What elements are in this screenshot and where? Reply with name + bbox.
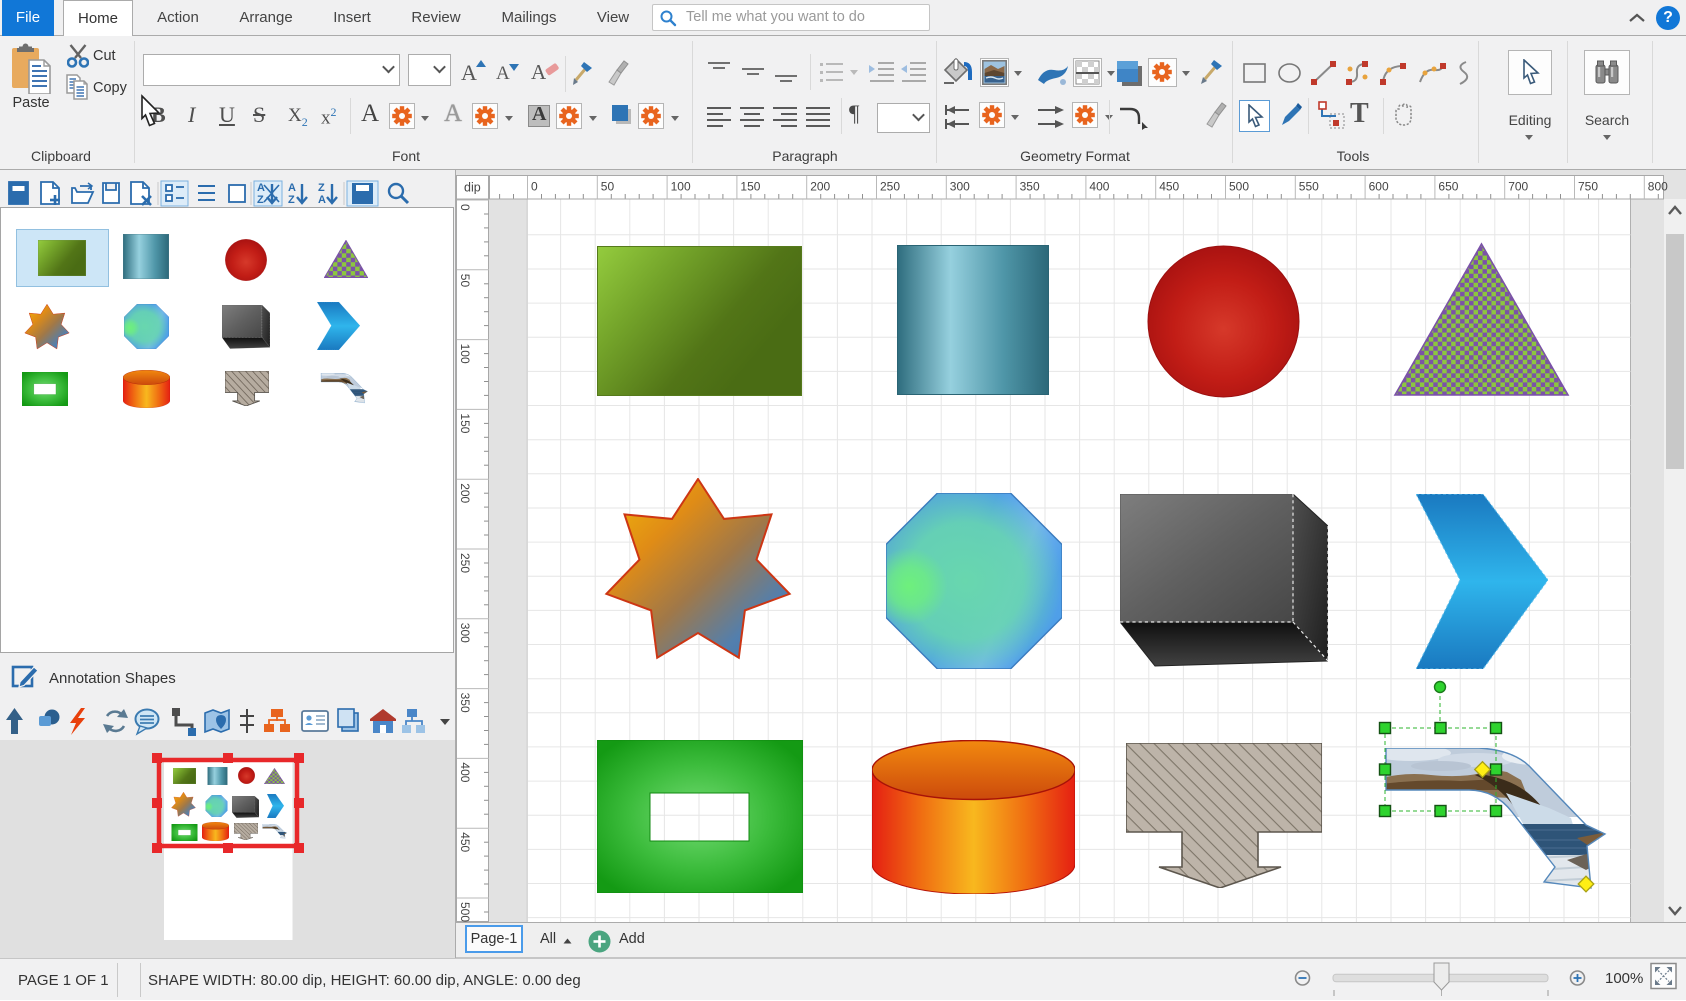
svg-text:150: 150 [740, 180, 760, 194]
svg-text:dip: dip [464, 181, 481, 195]
svg-text:50: 50 [601, 180, 615, 194]
svg-text:450: 450 [1159, 180, 1179, 194]
svg-text:400: 400 [1089, 180, 1109, 194]
svg-text:A: A [257, 182, 265, 194]
svg-text:250: 250 [458, 553, 472, 573]
svg-text:100: 100 [458, 344, 472, 364]
svg-text:100: 100 [671, 180, 691, 194]
svg-text:A: A [288, 182, 296, 194]
svg-text:650: 650 [1438, 180, 1458, 194]
svg-text:500: 500 [1229, 180, 1249, 194]
svg-text:550: 550 [1299, 180, 1319, 194]
svg-text:0: 0 [531, 180, 538, 194]
svg-text:350: 350 [1020, 180, 1040, 194]
svg-text:350: 350 [458, 693, 472, 713]
svg-text:400: 400 [458, 762, 472, 782]
svg-text:200: 200 [810, 180, 830, 194]
svg-text:600: 600 [1369, 180, 1389, 194]
svg-text:Z: Z [318, 182, 325, 194]
svg-text:0: 0 [458, 204, 472, 211]
svg-text:800: 800 [1648, 180, 1668, 194]
svg-text:750: 750 [1578, 180, 1598, 194]
svg-text:200: 200 [458, 483, 472, 503]
svg-text:50: 50 [458, 274, 472, 288]
svg-text:100%: 100% [1605, 970, 1643, 987]
svg-text:250: 250 [880, 180, 900, 194]
svg-text:700: 700 [1508, 180, 1528, 194]
svg-text:500: 500 [458, 902, 472, 922]
svg-text:300: 300 [458, 623, 472, 643]
svg-text:300: 300 [950, 180, 970, 194]
svg-text:Z: Z [288, 194, 295, 206]
svg-text:A: A [318, 194, 326, 206]
svg-text:150: 150 [458, 413, 472, 433]
svg-text:Z: Z [257, 194, 264, 206]
svg-text:450: 450 [458, 832, 472, 852]
